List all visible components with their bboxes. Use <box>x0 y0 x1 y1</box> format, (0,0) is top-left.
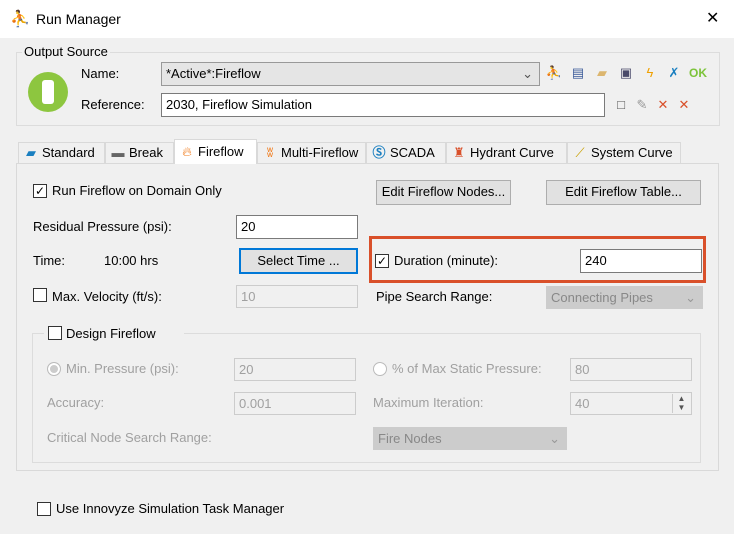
tab-label: Fireflow <box>198 144 244 159</box>
close-icon[interactable]: ✕ <box>706 8 719 28</box>
scada-icon: Ⓢ <box>372 145 386 160</box>
new-reference-icon[interactable]: □ <box>612 96 630 114</box>
tab-system-curve[interactable]: ⟋ System Curve <box>567 142 681 164</box>
duration-label: Duration (minute): <box>394 253 499 268</box>
residual-pressure-input[interactable]: 20 <box>236 215 358 239</box>
output-source-legend: Output Source <box>22 44 110 60</box>
max-velocity-checkbox[interactable] <box>33 288 47 302</box>
max-iteration-spinner[interactable]: 40 ▲ ▼ <box>570 392 692 415</box>
report-icon[interactable]: ▤ <box>569 64 587 82</box>
max-velocity-input[interactable]: 10 <box>236 285 358 308</box>
chevron-down-icon: ⌄ <box>549 431 560 446</box>
pipe-break-icon: ▬ <box>111 145 125 160</box>
select-time-button[interactable]: Select Time ... <box>239 248 358 274</box>
tab-hydrant-curve[interactable]: ♜ Hydrant Curve <box>446 142 567 164</box>
pct-static-label: % of Max Static Pressure: <box>392 361 542 376</box>
tab-label: Hydrant Curve <box>470 145 554 160</box>
task-manager-label: Use Innovyze Simulation Task Manager <box>56 501 285 516</box>
chevron-down-icon: ⌄ <box>685 290 696 305</box>
tab-label: SCADA <box>390 145 435 160</box>
name-label: Name: <box>81 66 120 81</box>
pct-static-radio[interactable] <box>373 362 387 376</box>
pct-static-input[interactable]: 80 <box>570 358 692 381</box>
task-manager-checkbox[interactable] <box>37 502 51 516</box>
folder-icon: ▰ <box>26 145 36 160</box>
min-pressure-radio[interactable] <box>47 362 61 376</box>
max-iteration-value: 40 <box>575 396 590 411</box>
cancel-run-icon[interactable]: ✗ <box>665 64 683 82</box>
name-combo[interactable]: *Active*:Fireflow ⌄ <box>161 62 540 86</box>
window-title: Run Manager <box>36 11 121 27</box>
time-value: 10:00 hrs <box>104 253 159 268</box>
quick-run-icon[interactable]: ϟ <box>641 64 659 82</box>
edit-icon[interactable]: ✎ <box>633 96 651 114</box>
chevron-down-icon: ⌄ <box>522 66 533 81</box>
curve-icon: ⟋ <box>575 145 585 160</box>
tab-label: System Curve <box>591 145 673 160</box>
tab-standard[interactable]: ▰ Standard <box>18 142 105 164</box>
run-icon[interactable]: ⛹ <box>545 64 563 82</box>
time-label: Time: <box>33 253 66 268</box>
duration-input[interactable]: 240 <box>580 249 702 273</box>
critical-node-combo[interactable]: Fire Nodes ⌄ <box>373 427 567 450</box>
design-fireflow-checkbox[interactable] <box>48 326 62 340</box>
tab-label: Break <box>129 145 163 160</box>
run-domain-label: Run Fireflow on Domain Only <box>52 183 222 198</box>
design-fireflow-label: Design Fireflow <box>66 326 156 341</box>
max-velocity-label: Max. Velocity (ft/s): <box>52 289 162 304</box>
edit-fireflow-table-button[interactable]: Edit Fireflow Table... <box>546 180 701 205</box>
critical-node-value: Fire Nodes <box>378 431 442 446</box>
title-bar: ⛹ Run Manager ✕ <box>0 0 734 38</box>
flame-icon: 🔥︎ <box>182 144 192 159</box>
double-flame-icon: ʬ <box>266 145 274 160</box>
tab-multi-fireflow[interactable]: ʬ Multi-Fireflow <box>257 142 366 164</box>
pipe-search-value: Connecting Pipes <box>551 290 653 305</box>
reference-label: Reference: <box>81 97 145 112</box>
accuracy-input[interactable]: 0.001 <box>234 392 356 415</box>
duration-checkbox[interactable]: ✓ <box>375 254 389 268</box>
min-pressure-input[interactable]: 20 <box>234 358 356 381</box>
tab-label: Standard <box>42 145 95 160</box>
tab-scada[interactable]: Ⓢ SCADA <box>366 142 446 164</box>
save-icon[interactable]: ▣ <box>617 64 635 82</box>
pipe-search-label: Pipe Search Range: <box>376 289 493 304</box>
reference-input[interactable]: 2030, Fireflow Simulation <box>161 93 605 117</box>
name-value: *Active*:Fireflow <box>166 66 261 81</box>
pipe-search-combo[interactable]: Connecting Pipes ⌄ <box>546 286 703 309</box>
critical-node-label: Critical Node Search Range: <box>47 430 212 445</box>
tab-label: Multi-Fireflow <box>281 145 359 160</box>
run-domain-checkbox[interactable]: ✓ <box>33 184 47 198</box>
min-pressure-label: Min. Pressure (psi): <box>66 361 179 376</box>
edit-fireflow-nodes-button[interactable]: Edit Fireflow Nodes... <box>376 180 511 205</box>
tab-fireflow[interactable]: 🔥︎ Fireflow <box>174 139 257 164</box>
run-icon: ⛹ <box>10 11 30 28</box>
reference-toolbar: □ ✎ ✕ ✕ <box>612 96 693 114</box>
delete-all-icon[interactable]: ✕ <box>675 96 693 114</box>
spinner-arrows-icon[interactable]: ▲ ▼ <box>672 394 690 413</box>
delete-icon[interactable]: ✕ <box>654 96 672 114</box>
tab-break[interactable]: ▬ Break <box>105 142 174 164</box>
folder-open-icon[interactable]: ▰ <box>593 64 611 82</box>
toolbar: ⛹ ▤ ▰ ▣ ϟ ✗ OK <box>545 64 707 82</box>
traffic-light-icon <box>28 72 68 112</box>
max-iteration-label: Maximum Iteration: <box>373 395 484 410</box>
hydrant-icon: ♜ <box>453 145 465 160</box>
residual-pressure-label: Residual Pressure (psi): <box>33 219 172 234</box>
ok-button[interactable]: OK <box>689 64 707 82</box>
accuracy-label: Accuracy: <box>47 395 105 410</box>
